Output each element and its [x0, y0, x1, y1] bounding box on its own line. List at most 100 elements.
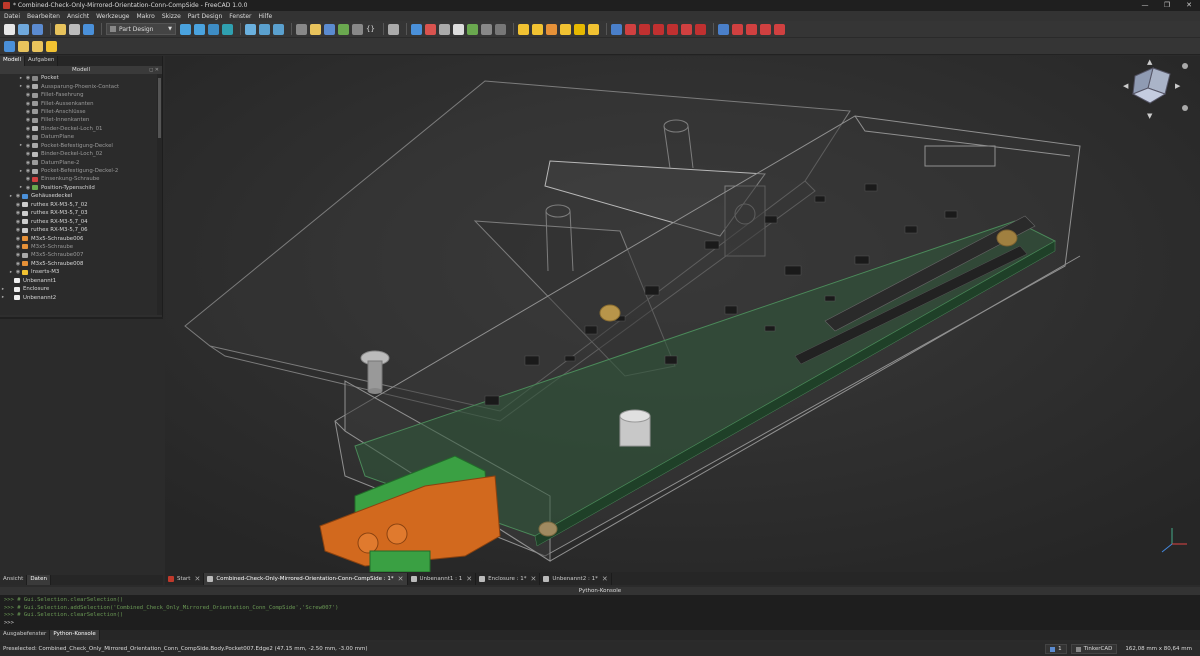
- sub-shape-binder-icon[interactable]: [466, 23, 478, 35]
- menu-werkzeuge[interactable]: Werkzeuge: [96, 13, 129, 20]
- additive-primitive-icon[interactable]: [587, 23, 599, 35]
- visibility-eye-icon[interactable]: ◉: [14, 244, 22, 250]
- tab-daten[interactable]: Daten: [27, 575, 51, 585]
- subtractive-pipe-icon[interactable]: [666, 23, 678, 35]
- helix-icon[interactable]: [573, 23, 585, 35]
- tab-ausgabefenster[interactable]: Ausgabefenster: [0, 630, 51, 640]
- visibility-eye-icon[interactable]: ◉: [14, 227, 22, 233]
- tree-item[interactable]: ◉ Fillet-Aussenkanten: [0, 99, 162, 107]
- tree-item[interactable]: ◉ Binder-Deckel-Loch_01: [0, 125, 162, 133]
- visibility-eye-icon[interactable]: ◉: [24, 126, 32, 132]
- tree-item[interactable]: ◉ ruthex RX-M3-5,7_03: [0, 209, 162, 217]
- visibility-eye-icon[interactable]: ◉: [24, 109, 32, 115]
- menu-fenster[interactable]: Fenster: [229, 13, 251, 20]
- macro-edit-icon[interactable]: [32, 40, 43, 52]
- visibility-eye-icon[interactable]: ◉: [24, 143, 32, 149]
- tree-item[interactable]: Unbenannt1: [0, 277, 162, 285]
- tab-ansicht[interactable]: Ansicht: [0, 575, 28, 585]
- tree-item[interactable]: ▸ ◉ Aussparung-Phoenix-Contact: [0, 82, 162, 90]
- navigation-style-selector[interactable]: TinkerCAD: [1070, 644, 1118, 654]
- tree-item[interactable]: ◉ ruthex RX-M3-5,7_06: [0, 226, 162, 234]
- link-icon[interactable]: [296, 23, 307, 35]
- visibility-eye-icon[interactable]: ◉: [24, 101, 32, 107]
- visibility-eye-icon[interactable]: ◉: [24, 176, 32, 182]
- visibility-eye-icon[interactable]: ◉: [24, 134, 32, 140]
- tab-aufgaben[interactable]: Aufgaben: [25, 56, 59, 66]
- minimize-button[interactable]: —: [1134, 0, 1156, 11]
- visibility-eye-icon[interactable]: ◉: [14, 193, 22, 199]
- macro-record-icon[interactable]: [4, 40, 15, 52]
- visibility-eye-icon[interactable]: ◉: [24, 160, 32, 166]
- revolution-icon[interactable]: [531, 23, 543, 35]
- 3d-scene[interactable]: ▶ ◀ ▲ ▼: [165, 56, 1200, 572]
- undo-icon[interactable]: [55, 23, 66, 35]
- shape-binder-icon[interactable]: [452, 23, 464, 35]
- tree-item[interactable]: ◉ Einsenkung-Schraube: [0, 175, 162, 183]
- validate-sketch-icon[interactable]: [438, 23, 450, 35]
- tree-item[interactable]: ▸ ◉ Position-Typenschild: [0, 184, 162, 192]
- close-tab-icon[interactable]: ✕: [466, 575, 472, 583]
- visibility-eye-icon[interactable]: ◉: [24, 168, 32, 174]
- chamfer-icon[interactable]: [745, 23, 757, 35]
- subtractive-loft-icon[interactable]: [652, 23, 664, 35]
- macro-run-icon[interactable]: [46, 40, 57, 52]
- close-button[interactable]: ✕: [1178, 0, 1200, 11]
- draw-style-icon[interactable]: [208, 23, 219, 35]
- 3d-viewport[interactable]: ▶ ◀ ▲ ▼: [165, 56, 1200, 572]
- tree-item[interactable]: ◉ ruthex RX-M3-5,7_04: [0, 217, 162, 225]
- close-tab-icon[interactable]: ✕: [602, 575, 608, 583]
- tree-item[interactable]: ◉ Binder-Deckel-Loch_02: [0, 150, 162, 158]
- measure-icon[interactable]: [273, 23, 284, 35]
- tree-item[interactable]: ◉ M3x5-Schraube: [0, 243, 162, 251]
- pocket-icon[interactable]: [610, 23, 622, 35]
- tree-item[interactable]: ▸ ◉ Pocket-Befestigung-Deckel: [0, 142, 162, 150]
- maximize-button[interactable]: ❐: [1156, 0, 1178, 11]
- tree-item[interactable]: ▸ Enclosure: [0, 285, 162, 293]
- macro-stop-icon[interactable]: [18, 40, 29, 52]
- visibility-eye-icon[interactable]: ◉: [24, 117, 32, 123]
- save-icon[interactable]: [32, 23, 43, 35]
- chevron-right-icon[interactable]: ▸: [0, 287, 6, 292]
- visibility-eye-icon[interactable]: ◉: [14, 269, 22, 275]
- menu-bearbeiten[interactable]: Bearbeiten: [27, 13, 60, 20]
- fillet-icon[interactable]: [731, 23, 743, 35]
- new-file-icon[interactable]: [4, 23, 15, 35]
- page-selector[interactable]: 1: [1045, 644, 1067, 654]
- hole-icon[interactable]: [624, 23, 636, 35]
- workbench-selector[interactable]: Part Design ▼: [106, 23, 176, 35]
- menu-datei[interactable]: Datei: [4, 13, 20, 20]
- fit-selection-icon[interactable]: [194, 23, 205, 35]
- close-tab-icon[interactable]: ✕: [194, 575, 200, 583]
- visibility-eye-icon[interactable]: ◉: [24, 84, 32, 90]
- fit-all-icon[interactable]: [180, 23, 191, 35]
- subtractive-primitive-icon[interactable]: [694, 23, 706, 35]
- visibility-eye-icon[interactable]: ◉: [24, 151, 32, 157]
- tree-item[interactable]: ▸ ◉ Pocket-Befestigung-Deckel-2: [0, 167, 162, 175]
- document-tab[interactable]: Unbenannt1 : 1 ✕: [408, 572, 477, 585]
- thickness-icon[interactable]: [773, 23, 785, 35]
- tree-item[interactable]: ◉ M3x5-Schraube007: [0, 251, 162, 259]
- subtractive-helix-icon[interactable]: [680, 23, 692, 35]
- close-tab-icon[interactable]: ✕: [398, 575, 404, 583]
- whats-this-icon[interactable]: [387, 23, 399, 35]
- document-tab[interactable]: Combined-Check-Only-Mirrored-Orientation…: [204, 572, 408, 585]
- tree-item[interactable]: ◉ DatumPlane-2: [0, 158, 162, 166]
- clone-icon[interactable]: [480, 23, 492, 35]
- datum-plane-icon[interactable]: [494, 23, 506, 35]
- tree-item[interactable]: ◉ M3x5-Schraube006: [0, 234, 162, 242]
- visibility-eye-icon[interactable]: ◉: [14, 261, 22, 267]
- close-tab-icon[interactable]: ✕: [530, 575, 536, 583]
- visibility-eye-icon[interactable]: ◉: [24, 185, 32, 191]
- link-import-icon[interactable]: [338, 23, 349, 35]
- tree-item[interactable]: ◉ Fillet-Innenkanten: [0, 116, 162, 124]
- visibility-eye-icon[interactable]: ◉: [14, 210, 22, 216]
- visibility-eye-icon[interactable]: ◉: [14, 236, 22, 242]
- pipe-icon[interactable]: [559, 23, 571, 35]
- menu-ansicht[interactable]: Ansicht: [67, 13, 89, 20]
- groove-icon[interactable]: [638, 23, 650, 35]
- create-body-icon[interactable]: [410, 23, 422, 35]
- part-icon[interactable]: [310, 23, 321, 35]
- tab-python-konsole[interactable]: Python-Konsole: [50, 630, 100, 640]
- tree-scrollbar[interactable]: [157, 74, 162, 315]
- pad-icon[interactable]: [517, 23, 529, 35]
